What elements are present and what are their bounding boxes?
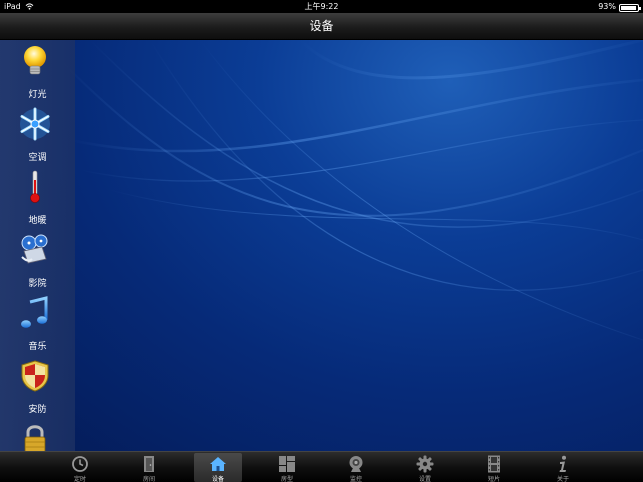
gear-icon [416,455,434,473]
tab-label: 短片 [487,476,500,482]
house-icon [210,457,226,471]
sidebar-item-label: 安防 [28,405,47,415]
sidebar-item-label: 音乐 [28,342,47,352]
status-bar: iPad 上午9:22 93% [0,0,643,13]
battery-icon [619,3,641,12]
tab-label: 设备 [211,476,224,482]
tab-rooms[interactable]: 房间 [125,453,173,482]
info-icon [559,455,566,472]
battery-percent: 93% [598,2,616,11]
tab-label: 关于 [556,476,569,482]
music-note-icon [20,296,47,328]
tab-label: 房型 [280,476,293,482]
tab-clips[interactable]: 短片 [470,453,518,482]
sidebar-item-air-conditioning[interactable]: 空调 [0,105,75,168]
sidebar-item-security[interactable]: 安防 [0,357,75,420]
tab-label: 房间 [142,476,155,482]
sidebar-item-lighting[interactable]: 灯光 [0,42,75,105]
sidebar-item-cinema[interactable]: 影院 [0,231,75,294]
sidebar-item-label: 地暖 [28,216,47,226]
status-right: 93% [598,0,641,13]
tab-timer[interactable]: 定时 [56,453,104,482]
filmstrip-icon [488,455,500,473]
bottom-tab-bar: 定时 房间 设备 房型 监控 设置 短片 关于 [0,451,643,482]
tab-monitor[interactable]: 监控 [332,453,380,482]
tab-label: 定时 [73,476,86,482]
film-reel-icon [20,234,47,264]
shield-icon [21,360,48,392]
device-sidebar: 灯光 空调 地暖 影院 音乐 安防 [0,40,75,451]
tab-about[interactable]: 关于 [539,453,587,482]
page-title: 设备 [309,19,334,33]
tab-label: 设置 [418,476,431,482]
door-icon [144,456,154,472]
nav-title-bar: 设备 [0,13,643,40]
sidebar-item-lock[interactable] [0,420,75,451]
tab-label: 监控 [349,476,362,482]
light-bulb-icon [23,46,46,75]
wave-background [59,40,643,341]
sidebar-item-label: 灯光 [28,90,47,100]
thermometer-icon [29,170,40,203]
main-content-area [0,40,643,451]
sidebar-item-label: 影院 [28,279,47,289]
camera-icon [349,456,363,472]
tab-settings[interactable]: 设置 [401,453,449,482]
tab-floorplan[interactable]: 房型 [263,453,311,482]
clock-icon [72,456,88,472]
sidebar-item-floor-heating[interactable]: 地暖 [0,168,75,231]
sidebar-item-label: 空调 [28,153,47,163]
snowflake-icon [19,107,50,141]
floorplan-icon [279,456,295,472]
padlock-icon [24,425,45,451]
status-time: 上午9:22 [304,2,339,11]
tab-devices[interactable]: 设备 [194,453,242,482]
sidebar-item-music[interactable]: 音乐 [0,294,75,357]
